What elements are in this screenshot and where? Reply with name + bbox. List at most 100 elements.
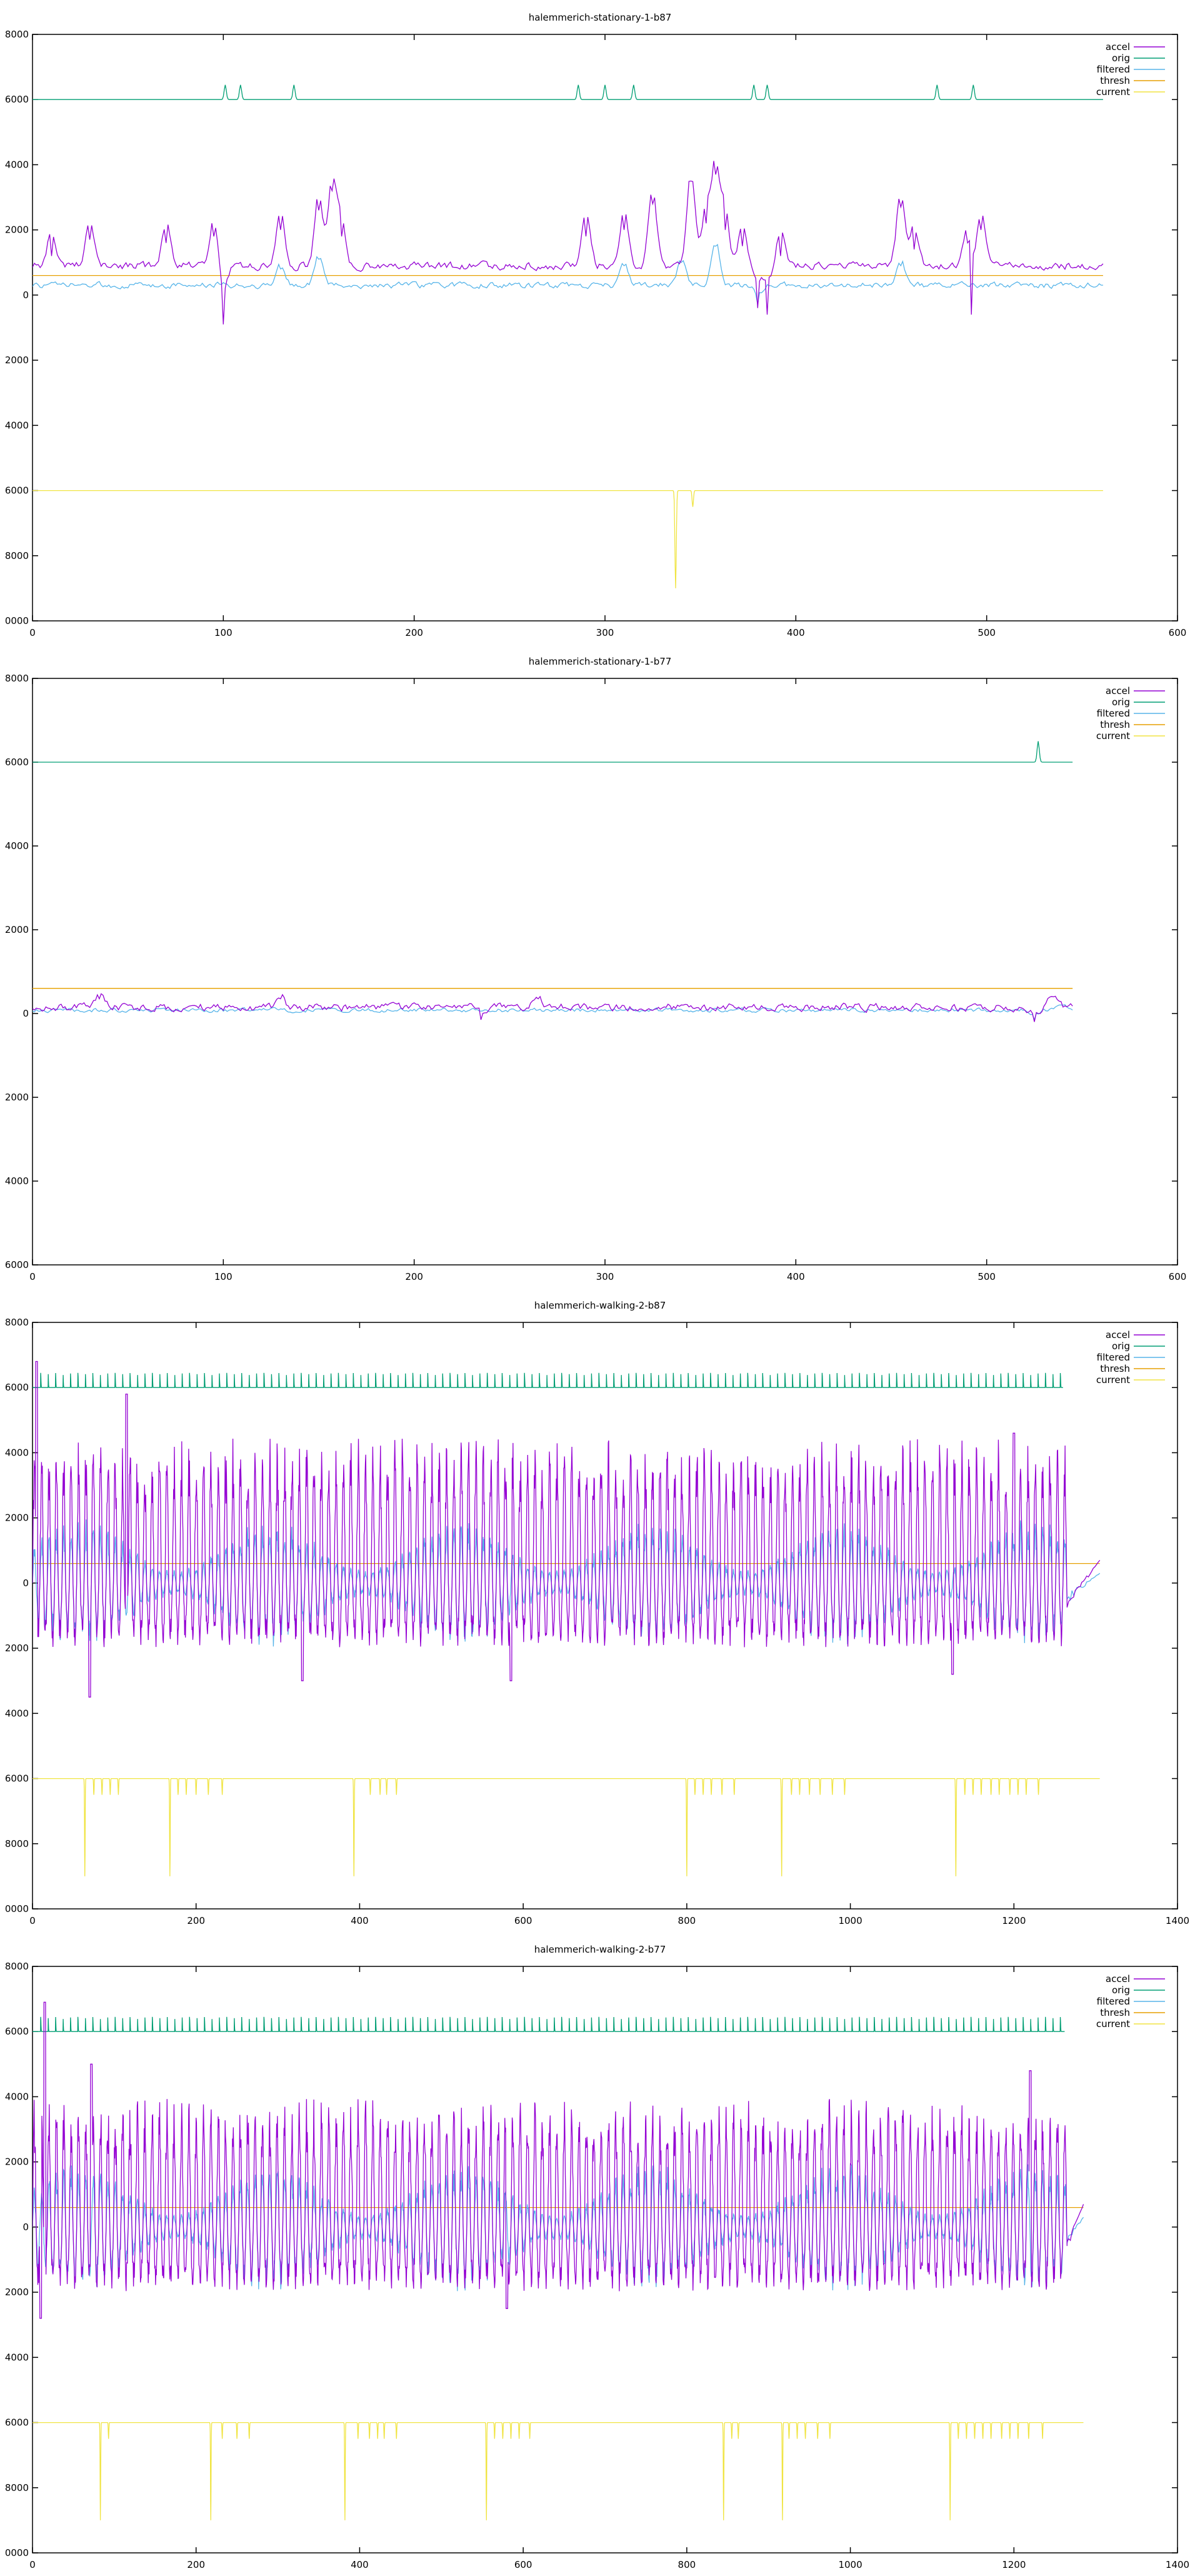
x-tick-label: 400	[351, 1915, 369, 1926]
y-tick-label: 2000	[5, 2287, 29, 2298]
x-tick-label: 300	[596, 1271, 614, 1282]
y-tick-label: 8000	[5, 2482, 29, 2493]
y-tick-label: 4000	[5, 1708, 29, 1719]
x-tick-label: 0	[29, 627, 36, 638]
chart-1: halemmerich-stationary-1-b87 0 100 200 300 40…	[5, 12, 1187, 638]
legend-label-orig: orig	[1112, 697, 1130, 708]
y-tick-label: 2000	[5, 1092, 29, 1103]
y-tick-label: 8000	[5, 550, 29, 561]
plot-area	[32, 741, 1073, 1022]
y-tick-label: 6000	[5, 94, 29, 105]
y-tick-label: 0	[22, 1008, 29, 1019]
legend-label-current: current	[1096, 730, 1130, 742]
x-tick-label: 800	[678, 1915, 696, 1926]
legend-label-thresh: thresh	[1100, 1363, 1130, 1374]
series-orig	[32, 741, 1073, 763]
y-tick-label: 6000	[5, 485, 29, 496]
y-tick-label: 4000	[5, 840, 29, 852]
chart-title: halemmerich-stationary-1-b77	[529, 656, 672, 667]
y-tick-label: 8000	[5, 29, 29, 40]
x-tick-label: 400	[787, 627, 805, 638]
y-tick-label: 4000	[5, 1175, 29, 1187]
legend-label-filtered: filtered	[1097, 708, 1130, 719]
legend-label-orig: orig	[1112, 53, 1130, 64]
x-tick-label: 1400	[1166, 1915, 1189, 1926]
x-tick-label: 400	[787, 1271, 805, 1282]
x-tick-label: 100	[214, 627, 232, 638]
y-tick-label: 4000	[5, 1447, 29, 1458]
legend-label-filtered: filtered	[1097, 1996, 1130, 2007]
y-tick-label: 2000	[5, 1643, 29, 1654]
legend-label-orig: orig	[1112, 1985, 1130, 1996]
x-tick-label: 600	[1169, 627, 1187, 638]
chart-3: halemmerich-walking-2-b87 0 200 400 600 800 10…	[5, 1300, 1189, 1926]
x-tick-label: 0	[29, 1915, 36, 1926]
series-orig	[32, 84, 1103, 100]
y-tick-label: 8000	[5, 1961, 29, 1972]
y-tick-label: 8000	[5, 1838, 29, 1849]
x-tick-label: 1200	[1002, 1915, 1026, 1926]
series-current	[32, 1778, 1100, 1876]
y-tick-label: 8000	[5, 1317, 29, 1328]
y-tick-label: 2000	[5, 355, 29, 366]
series-orig	[32, 1372, 1063, 1388]
chart-title: halemmerich-walking-2-b77	[534, 1944, 666, 1955]
chart-4: halemmerich-walking-2-b770 200 400 600 800 10…	[5, 1944, 1189, 2570]
legend-label-accel: accel	[1106, 1329, 1130, 1341]
chart-stack: halemmerich-stationary-1-b87 0 100 200 300 40…	[0, 0, 1200, 2570]
y-tick-label: 4000	[5, 2091, 29, 2102]
y-tick-label: 0000	[5, 1903, 29, 1914]
y-tick-label: 2000	[5, 1512, 29, 1524]
legend-label-filtered: filtered	[1097, 1352, 1130, 1363]
series-accel	[32, 2001, 1084, 2319]
y-tick-label: 2000	[5, 924, 29, 935]
x-tick-label: 500	[978, 627, 996, 638]
plot-area	[32, 1361, 1101, 1876]
chart-title: halemmerich-walking-2-b87	[534, 1300, 666, 1311]
y-tick-label: 0000	[5, 2547, 29, 2558]
x-tick-label: 0	[29, 1271, 36, 1282]
x-tick-label: 200	[405, 1271, 423, 1282]
y-tick-label: 0000	[5, 615, 29, 626]
y-tick-label: 6000	[5, 2417, 29, 2428]
series-filtered	[32, 243, 1103, 305]
x-tick-label: 500	[978, 1271, 996, 1282]
y-tick-label: 6000	[5, 1382, 29, 1393]
y-tick-label: 2000	[5, 224, 29, 236]
y-tick-label: 8000	[5, 673, 29, 684]
plot-frame	[32, 34, 1178, 621]
legend-label-thresh: thresh	[1100, 719, 1130, 730]
chart-title: halemmerich-stationary-1-b87	[529, 12, 672, 23]
chart-2: halemmerich-stationary-1-b77 0 100 200 300 40…	[5, 656, 1187, 1282]
series-current	[32, 2422, 1084, 2520]
series-current	[32, 490, 1103, 588]
legend-label-accel: accel	[1106, 41, 1130, 53]
series-accel	[32, 993, 1073, 1022]
x-tick-label: 600	[1169, 1271, 1187, 1282]
plot-area	[32, 84, 1104, 588]
y-tick-label: 4000	[5, 159, 29, 170]
legend-label-thresh: thresh	[1100, 75, 1130, 86]
x-tick-label: 200	[405, 627, 423, 638]
x-tick-label: 300	[596, 627, 614, 638]
legend-label-filtered: filtered	[1097, 64, 1130, 75]
legend-label-current: current	[1096, 2018, 1130, 2030]
legend-label-accel: accel	[1106, 685, 1130, 697]
y-tick-label: 6000	[5, 757, 29, 768]
y-tick-label: 4000	[5, 2352, 29, 2363]
y-tick-label: 6000	[5, 2026, 29, 2037]
y-tick-label: 0	[22, 2221, 29, 2233]
legend-label-thresh: thresh	[1100, 2007, 1130, 2018]
y-tick-label: 6000	[5, 1259, 29, 1270]
legend-label-current: current	[1096, 86, 1130, 98]
legend-label-orig: orig	[1112, 1341, 1130, 1352]
y-tick-label: 0	[22, 1577, 29, 1589]
series-orig	[32, 2016, 1065, 2032]
y-tick-label: 2000	[5, 2156, 29, 2168]
plot-area	[32, 2001, 1084, 2520]
legend-label-accel: accel	[1106, 1973, 1130, 1985]
plot-frame	[32, 1966, 1178, 2553]
x-tick-label: 600	[514, 1915, 532, 1926]
x-tick-label: 200	[187, 1915, 205, 1926]
x-tick-label: 100	[214, 1271, 232, 1282]
